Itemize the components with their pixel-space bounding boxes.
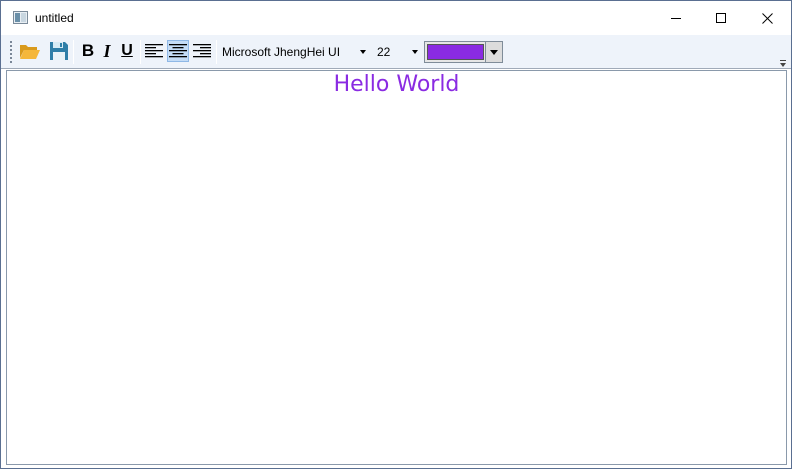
- underline-button[interactable]: U: [116, 40, 138, 62]
- window-title: untitled: [35, 11, 74, 25]
- toolbar-overflow-chevron-icon: [780, 60, 786, 67]
- maximize-button[interactable]: [698, 1, 744, 35]
- bold-icon: B: [81, 41, 95, 60]
- toolbar-overflow-button[interactable]: [779, 57, 787, 67]
- font-size-combobox[interactable]: 22: [374, 41, 421, 63]
- chevron-down-icon: [360, 50, 366, 54]
- window-app-icon[interactable]: [13, 11, 28, 24]
- close-button[interactable]: [744, 1, 790, 35]
- color-dropdown-button[interactable]: [485, 42, 502, 62]
- folder-open-icon: [20, 45, 40, 59]
- document-text[interactable]: Hello World: [7, 71, 786, 99]
- align-left-button[interactable]: [143, 40, 165, 62]
- color-swatch: [427, 44, 484, 60]
- open-button[interactable]: [19, 40, 41, 62]
- align-center-button[interactable]: [167, 40, 189, 62]
- app-window: untitled B I U Microsoft JhengHei UI 22 …: [0, 0, 792, 469]
- minimize-button[interactable]: [653, 1, 699, 35]
- font-size-value: 22: [377, 45, 391, 59]
- toolbar-separator: [140, 40, 141, 64]
- title-bar[interactable]: untitled: [1, 1, 791, 35]
- align-center-icon: [169, 44, 187, 58]
- text-color-picker[interactable]: [424, 41, 503, 63]
- close-icon: [761, 12, 773, 24]
- minimize-icon: [670, 17, 681, 19]
- align-right-button[interactable]: [191, 40, 213, 62]
- font-family-combobox[interactable]: Microsoft JhengHei UI: [220, 41, 369, 63]
- floppy-disk-icon: [50, 42, 68, 60]
- italic-button[interactable]: I: [96, 40, 118, 62]
- toolbar-grip[interactable]: [10, 41, 13, 63]
- toolbar-separator: [216, 40, 217, 64]
- underline-icon: U: [121, 42, 133, 59]
- save-button[interactable]: [48, 40, 70, 62]
- formatting-toolbar: B I U Microsoft JhengHei UI 22: [1, 35, 791, 69]
- chevron-down-icon: [412, 50, 418, 54]
- font-family-value: Microsoft JhengHei UI: [222, 45, 341, 59]
- toolbar-separator: [73, 40, 74, 64]
- align-right-icon: [193, 44, 211, 58]
- maximize-icon: [715, 12, 726, 23]
- document-editor[interactable]: Hello World: [6, 70, 787, 465]
- italic-icon: I: [103, 40, 111, 61]
- align-left-icon: [145, 44, 163, 58]
